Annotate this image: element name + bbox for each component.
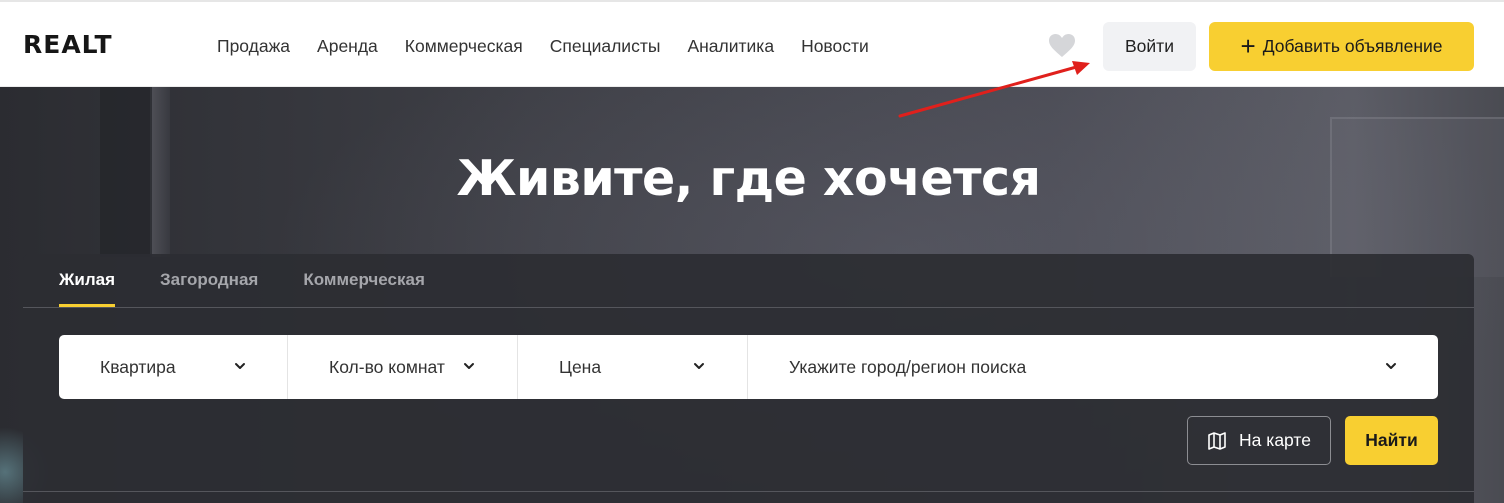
nav-item-news[interactable]: Новости (801, 34, 869, 58)
hero-section: Живите, где хочется Жилая Загородная Ком… (0, 87, 1504, 503)
rooms-value: Кол-во комнат (329, 356, 445, 377)
chevron-down-icon (1386, 363, 1396, 369)
map-icon (1208, 431, 1226, 450)
search-button-label: Найти (1365, 430, 1418, 450)
login-button-label: Войти (1125, 36, 1174, 56)
nav-item-analytics[interactable]: Аналитика (687, 34, 774, 58)
price-value: Цена (559, 356, 602, 377)
search-filters: Квартира Кол-во комнат Цена Укажите горо… (59, 335, 1438, 399)
nav-item-sale[interactable]: Продажа (217, 34, 290, 58)
chevron-down-icon (235, 363, 245, 369)
main-nav: Продажа Аренда Коммерческая Специалисты … (217, 34, 869, 58)
map-view-label: На карте (1239, 430, 1311, 450)
site-header: REALT Продажа Аренда Коммерческая Специа… (0, 0, 1504, 87)
add-listing-button[interactable]: + Добавить объявление (1209, 22, 1474, 71)
chevron-down-icon (694, 363, 704, 369)
favorites-button[interactable] (1048, 33, 1076, 59)
nav-item-commercial[interactable]: Коммерческая (405, 34, 523, 58)
nav-item-specialists[interactable]: Специалисты (550, 34, 661, 58)
search-button[interactable]: Найти (1345, 416, 1438, 465)
price-select[interactable]: Цена (518, 335, 748, 399)
panel-divider (23, 491, 1474, 492)
tab-country[interactable]: Загородная (160, 254, 258, 307)
nav-item-rent[interactable]: Аренда (317, 34, 378, 58)
location-placeholder: Укажите город/регион поиска (789, 356, 1027, 377)
tabs-divider (23, 307, 1474, 308)
search-panel: Жилая Загородная Коммерческая Квартира К… (23, 254, 1474, 503)
property-category-tabs: Жилая Загородная Коммерческая (59, 254, 425, 307)
tab-commercial[interactable]: Коммерческая (303, 254, 425, 307)
property-type-select[interactable]: Квартира (59, 335, 288, 399)
tab-residential[interactable]: Жилая (59, 254, 115, 307)
heart-icon (1049, 34, 1075, 57)
hero-title: Живите, где хочется (456, 150, 1041, 207)
rooms-select[interactable]: Кол-во комнат (288, 335, 518, 399)
property-type-value: Квартира (100, 356, 176, 377)
plus-icon: + (1240, 30, 1256, 61)
realt-logo[interactable]: REALT (23, 30, 113, 60)
login-button[interactable]: Войти (1103, 22, 1196, 71)
chevron-down-icon (464, 363, 474, 369)
map-view-button[interactable]: На карте (1187, 416, 1331, 465)
add-listing-label: Добавить объявление (1262, 36, 1443, 56)
location-select[interactable]: Укажите город/регион поиска (748, 335, 1438, 399)
